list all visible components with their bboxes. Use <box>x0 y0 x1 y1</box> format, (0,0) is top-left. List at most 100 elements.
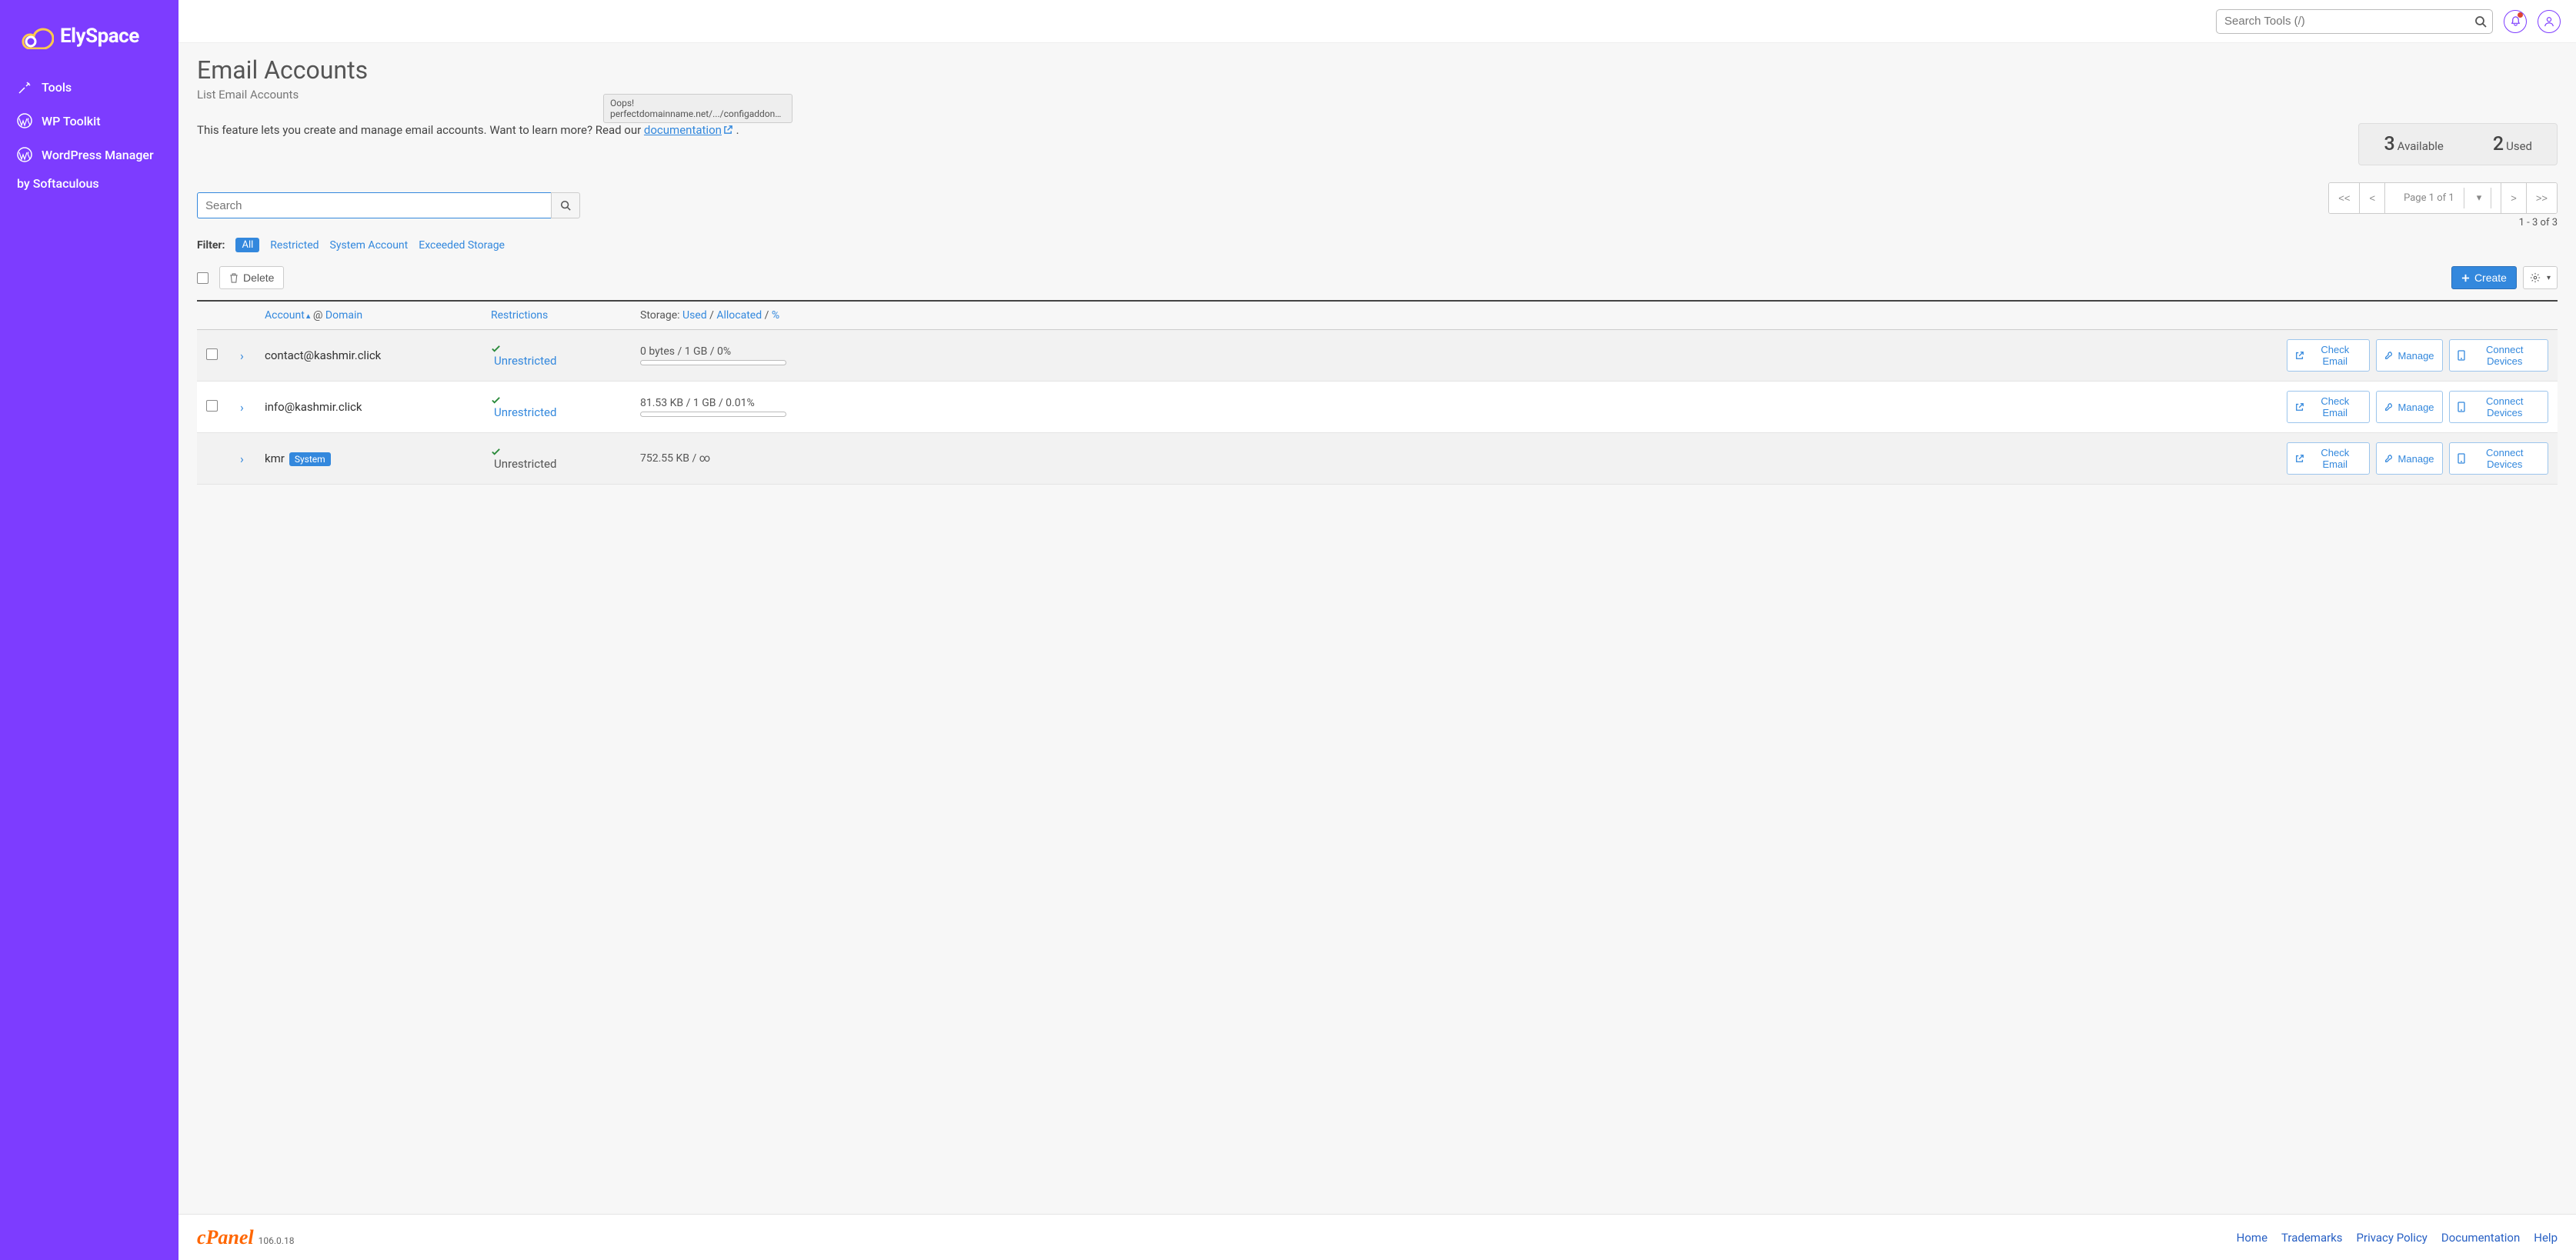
sidebar-item-wp-manager[interactable]: WordPress Manager <box>0 138 179 172</box>
phone-icon <box>2458 402 2465 412</box>
col-account[interactable]: Account▴ <box>265 309 310 322</box>
phone-icon <box>2458 350 2465 361</box>
sidebar-item-tools[interactable]: Tools <box>0 71 179 104</box>
storage-text: 752.55 KB / ∞ <box>640 452 2287 465</box>
footer-help[interactable]: Help <box>2534 1231 2558 1245</box>
user-icon <box>2544 16 2554 27</box>
stat-available: 3Available <box>2359 124 2468 165</box>
search-tools-wrap <box>2216 9 2493 34</box>
check-icon <box>491 344 640 354</box>
system-badge: System <box>289 452 331 466</box>
pager-first[interactable]: << <box>2329 183 2360 213</box>
connect-devices-button[interactable]: Connect Devices <box>2449 442 2548 475</box>
intro-prefix: This feature lets you create and manage … <box>197 123 644 137</box>
topbar <box>179 0 2576 43</box>
wrench-icon <box>2384 454 2394 463</box>
email-table: Account▴ @ Domain Restrictions Storage: … <box>197 300 2558 485</box>
create-label: Create <box>2474 272 2507 284</box>
check-email-button[interactable]: Check Email <box>2287 442 2370 475</box>
page-subtitle: List Email Accounts <box>197 88 2558 102</box>
search-tools-input[interactable] <box>2216 9 2493 34</box>
gear-icon <box>2530 272 2541 283</box>
delete-button[interactable]: Delete <box>219 266 284 289</box>
row-email: contact@kashmir.click <box>265 348 381 362</box>
search-input[interactable] <box>197 192 551 218</box>
manage-button[interactable]: Manage <box>2376 391 2443 423</box>
check-icon <box>491 447 640 457</box>
col-percent[interactable]: % <box>772 309 779 322</box>
col-at: @ <box>313 309 323 322</box>
check-email-button[interactable]: Check Email <box>2287 391 2370 423</box>
select-all-checkbox[interactable] <box>197 272 209 284</box>
storage-progress <box>640 412 786 417</box>
filter-exceeded-storage[interactable]: Exceeded Storage <box>419 239 505 252</box>
external-link-icon <box>723 123 733 137</box>
table-row: ›info@kashmir.clickUnrestricted81.53 KB … <box>197 382 2558 433</box>
pager-prev[interactable]: < <box>2360 183 2385 213</box>
documentation-link[interactable]: documentation <box>644 123 722 137</box>
sort-asc-icon: ▴ <box>306 311 311 321</box>
sidebar-item-wp-toolkit[interactable]: WP Toolkit <box>0 104 179 138</box>
footer-home[interactable]: Home <box>2237 1231 2267 1245</box>
connect-devices-button[interactable]: Connect Devices <box>2449 391 2548 423</box>
expand-row-icon[interactable]: › <box>240 400 244 415</box>
wrench-icon <box>2384 402 2394 412</box>
restriction-status[interactable]: Unrestricted <box>494 405 556 419</box>
brand-logo[interactable]: ElySpace <box>0 0 179 65</box>
pager-last[interactable]: >> <box>2527 183 2557 213</box>
notifications-button[interactable] <box>2504 10 2527 33</box>
search-button[interactable] <box>551 192 580 218</box>
tooltip-line1: Oops! <box>610 98 786 108</box>
pager-next[interactable]: > <box>2501 183 2527 213</box>
cpanel-logo[interactable]: cPanel 106.0.18 <box>197 1226 294 1249</box>
cpanel-logo-text: cPanel <box>197 1226 254 1249</box>
check-email-button[interactable]: Check Email <box>2287 339 2370 372</box>
footer-privacy[interactable]: Privacy Policy <box>2357 1231 2428 1245</box>
pager-label[interactable]: Page 1 of 1▾ <box>2385 183 2501 213</box>
connect-devices-button[interactable]: Connect Devices <box>2449 339 2548 372</box>
search-icon <box>560 200 571 211</box>
filter-chip-all[interactable]: All <box>235 238 259 252</box>
col-used[interactable]: Used <box>682 309 707 322</box>
expand-row-icon[interactable]: › <box>240 348 244 363</box>
settings-dropdown-button[interactable]: ▾ <box>2523 266 2558 289</box>
footer-documentation[interactable]: Documentation <box>2441 1231 2520 1245</box>
brand-name: ElySpace <box>60 25 139 48</box>
search-icon[interactable] <box>2474 15 2487 28</box>
col-allocated[interactable]: Allocated <box>716 309 762 322</box>
delete-label: Delete <box>243 272 274 284</box>
wrench-icon <box>2384 351 2394 360</box>
expand-row-icon[interactable]: › <box>240 452 244 466</box>
manage-button[interactable]: Manage <box>2376 339 2443 372</box>
filter-restricted[interactable]: Restricted <box>270 239 319 252</box>
footer-links: Home Trademarks Privacy Policy Documenta… <box>2237 1231 2558 1245</box>
filter-label: Filter: <box>197 239 225 252</box>
col-restrictions[interactable]: Restrictions <box>491 309 548 322</box>
wordpress-icon <box>17 113 32 128</box>
sidebar-item-label: Tools <box>42 80 72 95</box>
restriction-status[interactable]: Unrestricted <box>494 354 556 368</box>
cloud-logo-icon <box>15 23 54 49</box>
row-checkbox[interactable] <box>206 348 218 360</box>
manage-button[interactable]: Manage <box>2376 442 2443 475</box>
search-group <box>197 192 580 218</box>
col-domain[interactable]: Domain <box>325 309 362 322</box>
content: Email Accounts List Email Accounts Oops!… <box>179 43 2576 1214</box>
sidebar-subline: by Softaculous <box>0 172 179 200</box>
storage-text: 81.53 KB / 1 GB / 0.01% <box>640 397 2287 409</box>
stat-available-num: 3 <box>2384 133 2394 155</box>
footer: cPanel 106.0.18 Home Trademarks Privacy … <box>179 1214 2576 1260</box>
sidebar: ElySpace Tools WP Toolkit WordPress Mana… <box>0 0 179 1260</box>
create-button[interactable]: Create <box>2451 266 2517 289</box>
footer-trademarks[interactable]: Trademarks <box>2281 1231 2343 1245</box>
external-link-icon <box>2295 402 2304 412</box>
stat-used: 2Used <box>2468 124 2557 165</box>
cpanel-version: 106.0.18 <box>259 1235 295 1246</box>
filter-system-account[interactable]: System Account <box>330 239 409 252</box>
intro-text: This feature lets you create and manage … <box>197 123 739 137</box>
row-checkbox[interactable] <box>206 400 218 412</box>
table-row: ›contact@kashmir.clickUnrestricted0 byte… <box>197 330 2558 382</box>
user-button[interactable] <box>2538 10 2561 33</box>
storage-progress <box>640 360 786 365</box>
row-email: kmr <box>265 452 285 465</box>
